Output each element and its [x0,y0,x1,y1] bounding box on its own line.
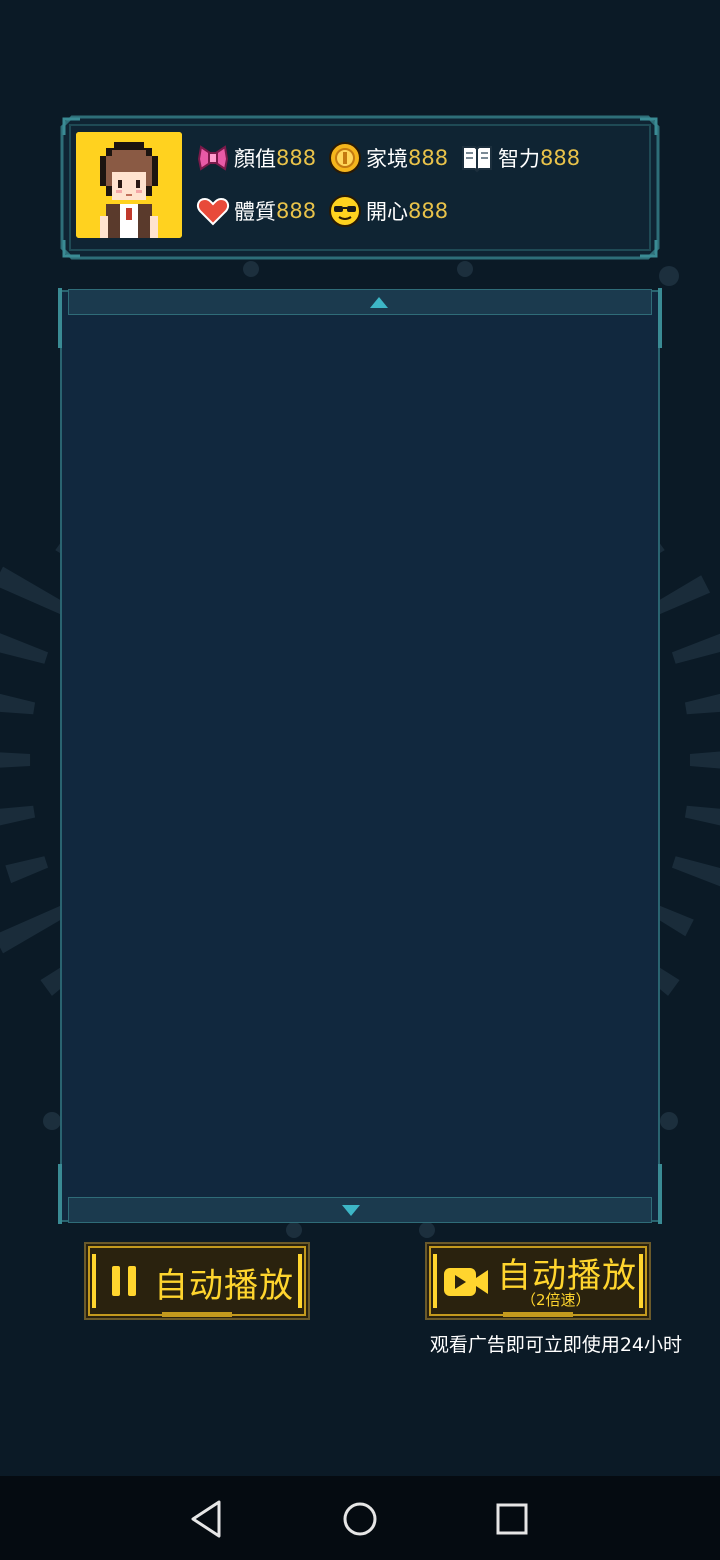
ad-note-text: 观看广告即可立即使用24小时 [429,1334,682,1356]
autoplay-2x-speed-label: （2倍速） [521,1291,591,1309]
recents-square-icon[interactable] [487,1494,537,1544]
stat-intelligence: 智力 888 [460,140,580,176]
system-navigation-bar [0,1476,720,1560]
pause-icon [112,1266,136,1296]
autoplay-label: 自动播放 [154,1266,294,1306]
scroll-up-button[interactable] [68,289,652,315]
stat-family: 家境 888 [328,140,448,176]
sunglasses-face-icon [329,195,361,227]
stat-label: 家境 [366,147,408,171]
stat-label: 開心 [366,200,408,224]
stat-label: 智力 [498,147,540,171]
scroll-down-button[interactable] [68,1197,652,1223]
event-log-panel[interactable] [58,288,662,1224]
stat-label: 顏值 [234,147,276,171]
coin-icon [329,142,361,174]
character-avatar [76,132,182,238]
stat-value: 888 [276,199,317,223]
stat-value: 888 [276,146,317,170]
stat-physique: 體質 888 [196,193,316,229]
heart-icon [196,197,230,226]
stats-panel: 顏值 888 家境 888 智力 888 體質 888 開心 888 [60,115,660,260]
stat-appearance: 顏值 888 [196,140,316,176]
stat-value: 888 [408,199,449,223]
back-triangle-icon[interactable] [182,1494,232,1544]
stat-value: 888 [408,146,449,170]
bow-icon [197,145,229,171]
stat-happiness: 開心 888 [328,193,448,229]
event-log-frame [58,288,662,1224]
video-camera-icon [444,1268,488,1296]
book-icon [462,146,492,173]
autoplay-2x-button[interactable]: 自动播放 （2倍速） [425,1242,651,1320]
autoplay-button[interactable]: 自动播放 [84,1242,310,1320]
pixel-character-portrait [76,132,182,238]
stat-label: 體質 [234,200,276,224]
stat-value: 888 [540,146,581,170]
home-circle-icon[interactable] [335,1494,385,1544]
